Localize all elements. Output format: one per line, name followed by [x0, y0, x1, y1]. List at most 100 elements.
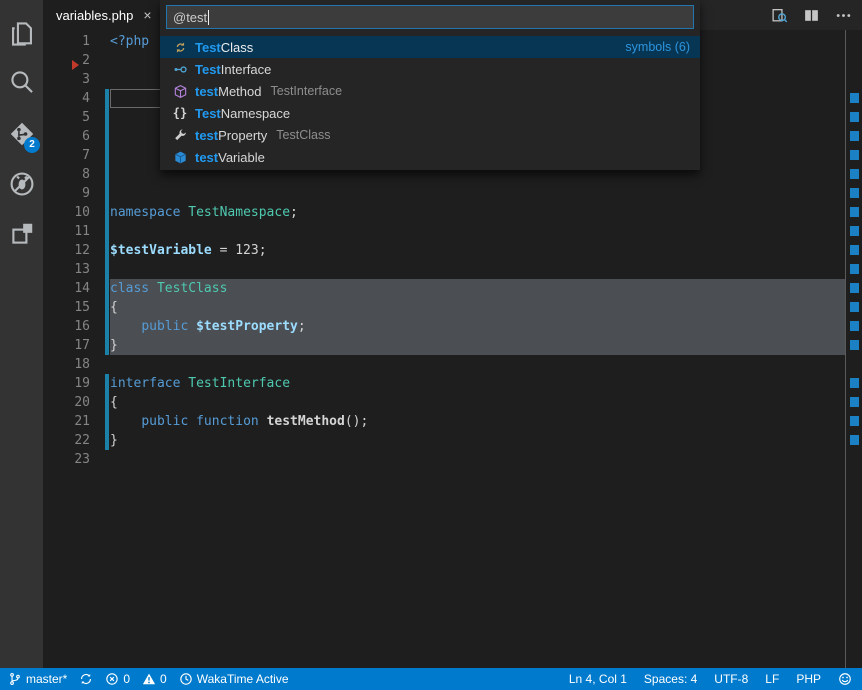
overview-modified-mark [850, 131, 859, 141]
line-content: <?php [110, 32, 149, 51]
token-pl [188, 414, 196, 429]
code-line-16[interactable]: 16 public $testProperty; [43, 317, 845, 336]
line-number: 22 [43, 431, 90, 450]
token-pl: } [110, 338, 118, 353]
overview-modified-mark [850, 207, 859, 217]
tab-variables-php[interactable]: variables.php × [43, 0, 162, 30]
overview-modified-mark [850, 112, 859, 122]
quick-open-item-testmethod[interactable]: testMethodTestInterface [160, 80, 700, 102]
status-item-sync[interactable] [79, 672, 93, 686]
status-item-git-branch[interactable]: master* [8, 672, 67, 686]
token-kw: public [141, 414, 188, 429]
symbol-property-icon [172, 127, 188, 143]
token-pl: (); [345, 414, 368, 429]
code-line-10[interactable]: 10namespace TestNamespace; [43, 203, 845, 222]
error-gutter-marker-icon [72, 60, 79, 70]
token-kw: function [196, 414, 259, 429]
more-actions-icon [835, 7, 852, 24]
code-line-15[interactable]: 15{ [43, 298, 845, 317]
status-item-cursor-position[interactable]: Ln 4, Col 1 [569, 672, 627, 686]
preview-search-icon [771, 7, 788, 24]
quick-open-item-testclass[interactable]: TestClass symbols (6) [160, 36, 700, 58]
code-line-21[interactable]: 21 public function testMethod(); [43, 412, 845, 431]
status-item-label: 0 [160, 672, 167, 686]
status-item-eol[interactable]: LF [765, 672, 779, 686]
more-actions-button[interactable] [832, 4, 854, 26]
symbol-variable-icon [172, 149, 188, 165]
symbol-interface-icon [172, 61, 188, 77]
code-line-9[interactable]: 9 [43, 184, 845, 203]
activity-bar-item-extensions[interactable] [0, 212, 43, 255]
line-content: public function testMethod(); [110, 412, 368, 431]
status-item-label: LF [765, 672, 779, 686]
quick-open-item-testproperty[interactable]: testPropertyTestClass [160, 124, 700, 146]
status-item-errors[interactable]: 0 [105, 672, 130, 686]
status-bar-right: Ln 4, Col 1 Spaces: 4 UTF-8 LF PHP [569, 672, 852, 686]
quick-open-item-testnamespace[interactable]: {}TestNamespace [160, 102, 700, 124]
status-bar: master* 0 0 WakaTime Active Ln 4, Col 1 Spac… [0, 668, 862, 690]
status-item-wakatime[interactable]: WakaTime Active [179, 672, 289, 686]
overview-modified-mark [850, 93, 859, 103]
line-content: public $testProperty; [110, 317, 306, 336]
code-line-11[interactable]: 11 [43, 222, 845, 241]
symbol-detail: TestClass [276, 128, 330, 142]
quick-open-item-testvariable[interactable]: testVariable [160, 146, 700, 168]
split-editor-icon [803, 7, 820, 24]
tab-label: variables.php [56, 8, 133, 23]
line-number: 19 [43, 374, 90, 393]
vscode-window: 2 variables.php× 1<?php2345678910namespa… [0, 0, 862, 690]
activity-bar-item-debug[interactable] [0, 162, 43, 205]
activity-bar-item-search[interactable] [0, 60, 43, 103]
overview-ruler[interactable] [845, 30, 862, 668]
activity-bar-item-explorer[interactable] [0, 12, 43, 55]
symbol-label: Class [221, 40, 254, 55]
code-line-20[interactable]: 20{ [43, 393, 845, 412]
quick-open-input[interactable]: @test [166, 5, 694, 29]
match-highlight: Test [195, 40, 221, 55]
code-line-19[interactable]: 19interface TestInterface [43, 374, 845, 393]
status-item-language-mode[interactable]: PHP [796, 672, 821, 686]
line-number: 18 [43, 355, 90, 374]
token-pl [259, 414, 267, 429]
code-line-12[interactable]: 12$testVariable = 123; [43, 241, 845, 260]
git-modified-gutter-bar [105, 374, 109, 450]
quick-open-item-testinterface[interactable]: TestInterface [160, 58, 700, 80]
tab-close-icon[interactable]: × [143, 8, 151, 22]
token-var: $testVariable [110, 243, 212, 258]
symbols-count-badge: symbols (6) [625, 40, 690, 54]
match-highlight: test [195, 150, 218, 165]
code-line-14[interactable]: 14class TestClass [43, 279, 845, 298]
code-line-23[interactable]: 23 [43, 450, 845, 469]
warning-icon [142, 672, 156, 686]
symbol-method-icon [172, 83, 188, 99]
status-item-label: WakaTime Active [197, 672, 289, 686]
open-preview-button[interactable] [768, 4, 790, 26]
debug-icon [9, 171, 35, 197]
token-kw: interface [110, 376, 180, 391]
activity-bar-item-source-control[interactable]: 2 [0, 112, 43, 155]
line-number: 6 [43, 127, 90, 146]
overview-modified-mark [850, 226, 859, 236]
status-item-indentation[interactable]: Spaces: 4 [644, 672, 697, 686]
line-number: 7 [43, 146, 90, 165]
status-item-feedback[interactable] [838, 672, 852, 686]
match-highlight: Test [195, 106, 221, 121]
git-branch-icon [8, 672, 22, 686]
code-line-18[interactable]: 18 [43, 355, 845, 374]
status-item-warnings[interactable]: 0 [142, 672, 167, 686]
code-line-17[interactable]: 17} [43, 336, 845, 355]
symbol-label: Method [218, 84, 261, 99]
line-number: 17 [43, 336, 90, 355]
code-line-22[interactable]: 22} [43, 431, 845, 450]
symbol-detail: TestInterface [271, 84, 343, 98]
split-editor-button[interactable] [800, 4, 822, 26]
code-line-13[interactable]: 13 [43, 260, 845, 279]
extensions-icon [9, 221, 35, 247]
symbol-class-icon [172, 39, 188, 55]
overview-modified-mark [850, 245, 859, 255]
overview-modified-mark [850, 302, 859, 312]
line-number: 3 [43, 70, 90, 89]
token-pl [110, 414, 141, 429]
line-number: 2 [43, 51, 90, 70]
status-item-encoding[interactable]: UTF-8 [714, 672, 748, 686]
